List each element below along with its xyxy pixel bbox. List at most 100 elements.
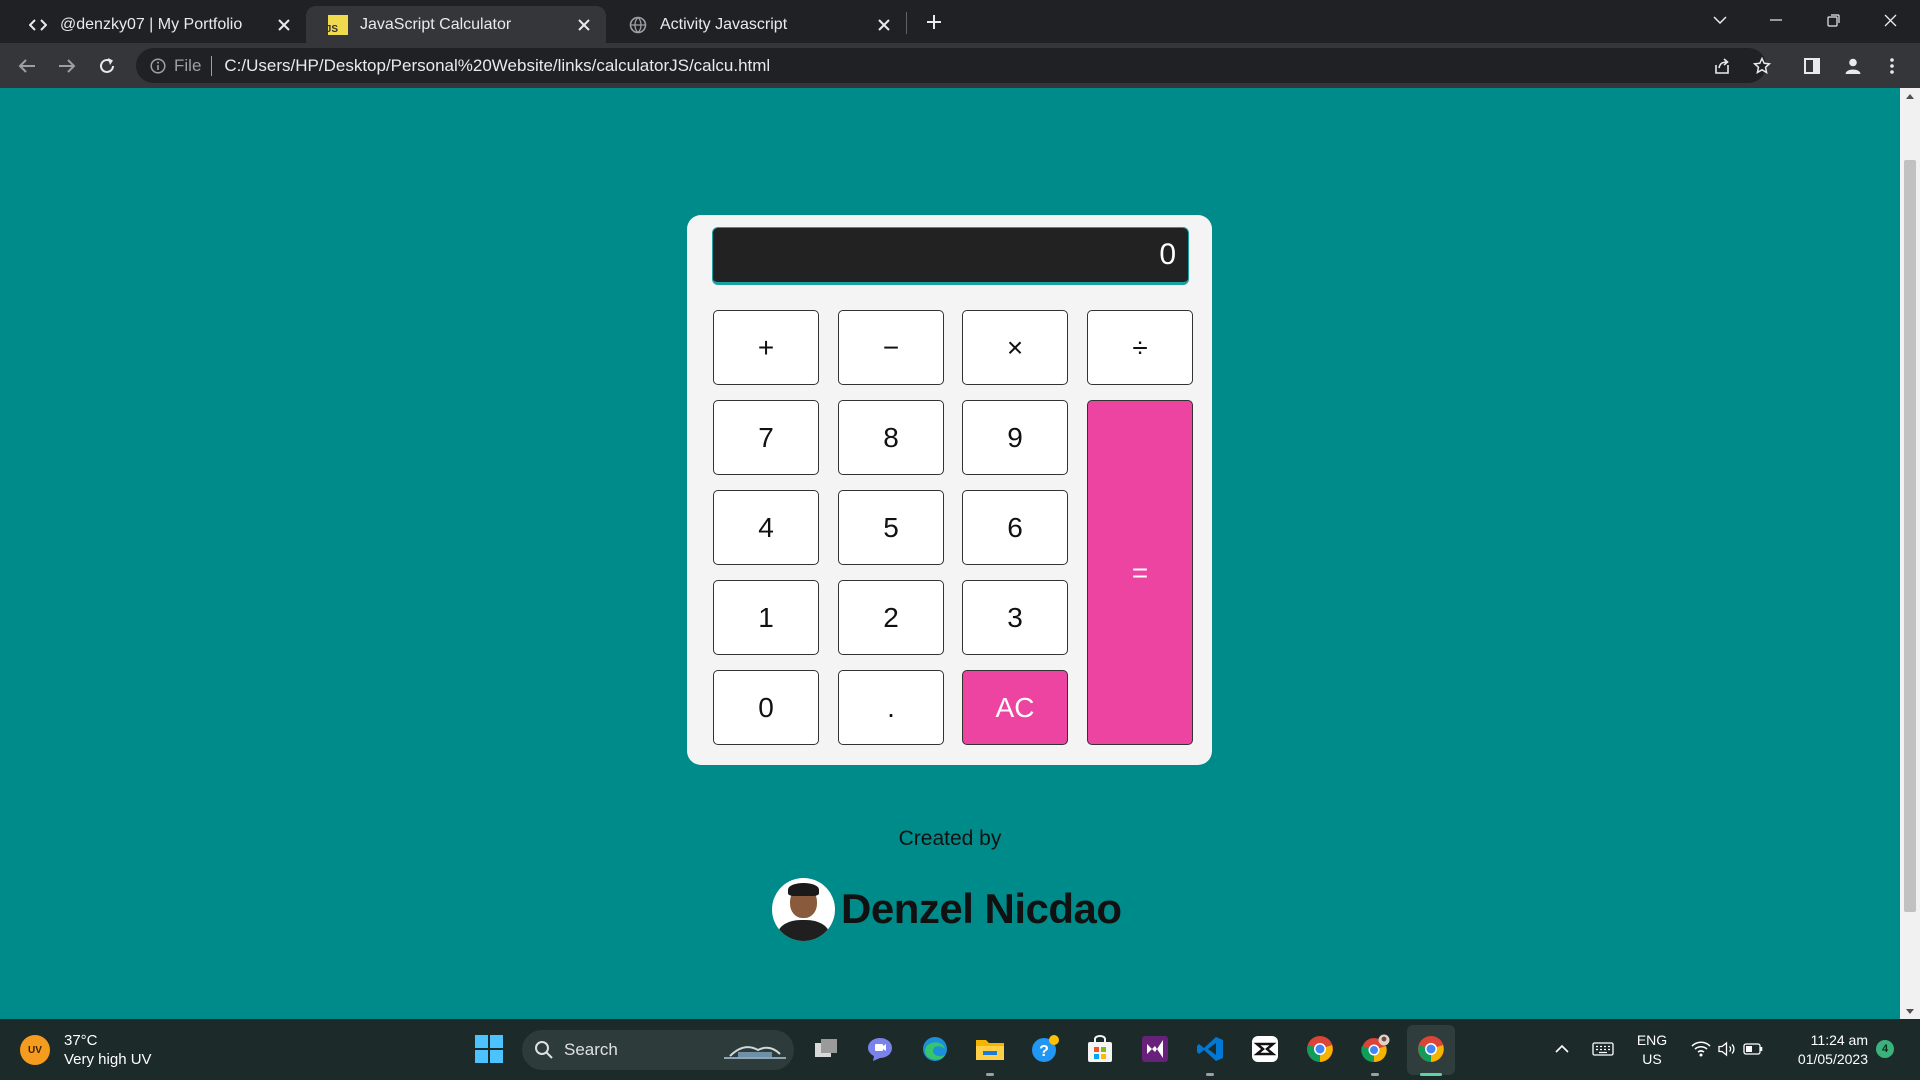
show-hidden-icons-button[interactable]	[1550, 1033, 1574, 1065]
chat-icon	[868, 1038, 892, 1061]
weather-desc: Very high UV	[64, 1051, 152, 1068]
language-indicator[interactable]: ENG US	[1636, 1031, 1668, 1069]
edge-icon	[923, 1037, 947, 1061]
search-icon	[535, 1041, 553, 1059]
search-highlight-icon	[724, 1046, 786, 1059]
forward-button[interactable]	[50, 49, 84, 83]
vscode-button[interactable]	[1192, 1031, 1228, 1067]
code-icon	[28, 15, 48, 35]
close-tab-icon[interactable]	[274, 15, 294, 35]
profile-button[interactable]	[1836, 49, 1870, 83]
back-button[interactable]	[10, 49, 44, 83]
page-scrollbar[interactable]	[1900, 88, 1920, 1019]
nine-key[interactable]: 9	[962, 400, 1068, 475]
wifi-icon	[1691, 1041, 1711, 1057]
seven-key[interactable]: 7	[713, 400, 819, 475]
uv-icon: UV	[20, 1035, 50, 1065]
star-icon	[1753, 57, 1771, 75]
notification-badge[interactable]: 4	[1876, 1040, 1894, 1058]
address-bar[interactable]: File C:/Users/HP/Desktop/Personal%20Webs…	[136, 48, 1766, 83]
multiply-key[interactable]: ×	[962, 310, 1068, 385]
six-key[interactable]: 6	[962, 490, 1068, 565]
three-key[interactable]: 3	[962, 580, 1068, 655]
clock[interactable]: 11:24 am 01/05/2023	[1776, 1031, 1868, 1069]
minimize-button[interactable]	[1748, 0, 1804, 40]
reload-button[interactable]	[90, 49, 124, 83]
four-key[interactable]: 4	[713, 490, 819, 565]
clock-time: 11:24 am	[1810, 1032, 1868, 1048]
edge-button[interactable]	[917, 1031, 953, 1067]
zero-key[interactable]: 0	[713, 670, 819, 745]
taskbar-search[interactable]: Search	[522, 1030, 794, 1070]
tab-title: Activity Javascript	[660, 15, 788, 33]
chrome-active-button[interactable]	[1413, 1031, 1449, 1067]
five-key[interactable]: 5	[838, 490, 944, 565]
divide-key[interactable]: ÷	[1087, 310, 1193, 385]
close-window-button[interactable]	[1862, 0, 1918, 40]
close-tab-icon[interactable]	[574, 15, 594, 35]
chrome-profile-button[interactable]	[1357, 1031, 1393, 1067]
equals-key[interactable]: =	[1087, 400, 1193, 745]
chrome-icon	[1418, 1036, 1444, 1062]
js-icon: JS	[328, 14, 348, 35]
minimize-icon	[1770, 19, 1782, 21]
close-icon	[1884, 14, 1896, 26]
visual-studio-button[interactable]	[1137, 1031, 1173, 1067]
quick-settings-button[interactable]	[1684, 1033, 1770, 1065]
tab-divider	[906, 12, 907, 34]
touch-keyboard-button[interactable]	[1588, 1033, 1618, 1065]
tab-activity-javascript[interactable]: Activity Javascript	[606, 6, 906, 43]
site-info-button[interactable]: File	[150, 56, 201, 76]
tab-javascript-calculator[interactable]: JS JavaScript Calculator	[306, 6, 606, 43]
capcut-icon	[1252, 1036, 1278, 1062]
help-app-button[interactable]: ?	[1027, 1031, 1063, 1067]
restore-icon	[1826, 13, 1840, 27]
bookmark-button[interactable]	[1745, 49, 1779, 83]
close-tab-icon[interactable]	[874, 15, 894, 35]
running-indicator	[986, 1073, 994, 1076]
search-label: Search	[564, 1040, 618, 1059]
share-button[interactable]	[1705, 49, 1739, 83]
share-icon	[1715, 58, 1729, 74]
windows-icon	[475, 1035, 503, 1063]
file-explorer-button[interactable]	[972, 1031, 1008, 1067]
scrollbar-thumb[interactable]	[1904, 160, 1916, 912]
store-icon	[1088, 1035, 1112, 1062]
vscode-icon	[1197, 1037, 1223, 1061]
new-tab-button[interactable]	[918, 8, 950, 36]
language-code: ENG	[1636, 1032, 1668, 1048]
url-text[interactable]: C:/Users/HP/Desktop/Personal%20Website/l…	[224, 56, 770, 76]
minus-key[interactable]: −	[838, 310, 944, 385]
created-by-label: Created by	[898, 827, 1002, 850]
address-divider	[211, 55, 213, 76]
start-button[interactable]	[471, 1031, 507, 1067]
tab-portfolio[interactable]: @denzky07 | My Portfolio	[6, 6, 306, 43]
weather-widget[interactable]: UV 37°C Very high UV	[20, 1031, 152, 1069]
capcut-button[interactable]	[1247, 1031, 1283, 1067]
svg-text:?: ?	[1039, 1043, 1049, 1060]
store-button[interactable]	[1082, 1031, 1118, 1067]
info-icon	[150, 57, 166, 74]
plus-key[interactable]: +	[713, 310, 819, 385]
tab-search-button[interactable]	[1692, 0, 1748, 40]
teams-chat-button[interactable]	[862, 1031, 898, 1067]
one-key[interactable]: 1	[713, 580, 819, 655]
running-indicator	[1206, 1073, 1214, 1076]
decimal-key[interactable]: .	[838, 670, 944, 745]
person-icon	[1845, 58, 1861, 74]
two-key[interactable]: 2	[838, 580, 944, 655]
clear-key[interactable]: AC	[962, 670, 1068, 745]
chrome-button[interactable]	[1302, 1031, 1338, 1067]
task-view-button[interactable]	[808, 1031, 844, 1067]
restore-button[interactable]	[1805, 0, 1861, 40]
side-panel-icon	[1804, 58, 1820, 74]
visual-studio-icon	[1142, 1036, 1168, 1062]
calculator-display: 0	[712, 227, 1189, 285]
eight-key[interactable]: 8	[838, 400, 944, 475]
side-panel-button[interactable]	[1795, 49, 1829, 83]
scroll-up-icon[interactable]	[1900, 88, 1920, 104]
region-code: US	[1642, 1051, 1662, 1067]
scroll-down-icon[interactable]	[1900, 1003, 1920, 1019]
menu-button[interactable]	[1875, 49, 1909, 83]
arrow-right-icon	[59, 59, 76, 73]
